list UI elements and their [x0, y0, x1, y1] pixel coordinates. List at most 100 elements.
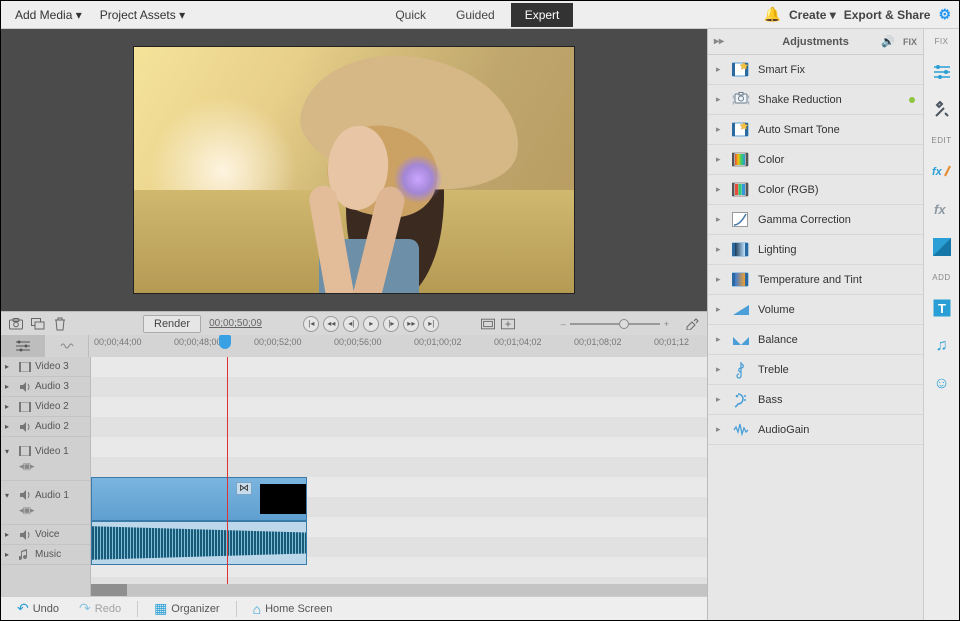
timeline-view-audio-icon[interactable]	[45, 335, 89, 357]
adjustment-volume[interactable]: ▸Volume	[708, 295, 923, 325]
notifications-bell-icon[interactable]: 🔔	[764, 6, 781, 23]
delete-trash-icon[interactable]	[53, 317, 67, 331]
time-ruler[interactable]: 00;00;44;00 00;00;48;00 00;00;52;00 00;0…	[89, 335, 707, 357]
playhead-line[interactable]	[227, 357, 228, 596]
create-menu[interactable]: Create ▾	[789, 8, 836, 22]
expand-chevron-icon: ▸	[716, 364, 724, 375]
timecode-display[interactable]: 00;00;50;09	[209, 318, 262, 329]
lighting-icon	[732, 242, 750, 258]
snapshot-icon[interactable]	[9, 317, 23, 331]
adjustment-autotone[interactable]: ▸Auto Smart Tone	[708, 115, 923, 145]
adjustments-list: ▸Smart Fix▸Shake Reduction▸Auto Smart To…	[708, 55, 923, 620]
track-expand-icon[interactable]: ▸	[5, 550, 15, 559]
expand-chevron-icon: ▸	[716, 334, 724, 345]
zoom-thumb[interactable]	[619, 319, 629, 329]
timeline-view-sliders-icon[interactable]	[1, 335, 45, 357]
mode-guided[interactable]: Guided	[442, 3, 509, 27]
adjustment-smartfix[interactable]: ▸Smart Fix	[708, 55, 923, 85]
undo-button[interactable]: ↶Undo	[9, 598, 67, 619]
panel-collapse-icon[interactable]: ▸▸	[714, 36, 724, 47]
zoom-slider[interactable]: – +	[561, 319, 669, 329]
organizer-button[interactable]: ▦Organizer	[146, 598, 228, 619]
project-assets-menu[interactable]: Project Assets ▾	[94, 4, 191, 26]
track-header-video2[interactable]: ▸Video 2	[1, 397, 90, 417]
titles-text-icon[interactable]: T	[930, 296, 954, 320]
tracks-area[interactable]: ⋈	[91, 357, 707, 596]
track-expand-icon[interactable]: ▸	[5, 402, 15, 411]
track-expand-icon[interactable]: ▾	[5, 491, 15, 500]
goto-start-button[interactable]: |◂	[303, 316, 319, 332]
tools-wrench-icon[interactable]	[930, 98, 954, 122]
audio-preview-icon[interactable]: 🔊	[881, 35, 895, 48]
tools-icon[interactable]	[685, 317, 699, 331]
mode-expert[interactable]: Expert	[511, 3, 574, 27]
render-button[interactable]: Render	[143, 315, 201, 333]
music-note-icon[interactable]: ♫	[930, 334, 954, 358]
adjustment-colorrgb[interactable]: ▸Color (RGB)	[708, 175, 923, 205]
expand-chevron-icon: ▸	[716, 394, 724, 405]
adjustment-color[interactable]: ▸ Color	[708, 145, 923, 175]
graphics-smiley-icon[interactable]: ☺	[930, 372, 954, 396]
track-expand-icon[interactable]: ▾	[5, 447, 15, 456]
right-toolstrip: FIX EDIT fx fx ADD T ♫ ☺	[923, 29, 959, 620]
timeline-hscroll[interactable]	[91, 584, 707, 596]
adjustment-audiogain[interactable]: ▸AudioGain	[708, 415, 923, 445]
track-header-video1[interactable]: ▾Video 1◂▣▸	[1, 437, 90, 481]
track-header-video3[interactable]: ▸Video 3	[1, 357, 90, 377]
track-header-audio2[interactable]: ▸Audio 2	[1, 417, 90, 437]
track-type-icon	[19, 362, 31, 372]
video-clip[interactable]: ⋈	[91, 477, 307, 521]
track-expand-icon[interactable]: ▸	[5, 362, 15, 371]
redo-button[interactable]: ↷Redo	[71, 598, 129, 619]
track-header-voice[interactable]: ▸ Voice	[1, 525, 90, 545]
preview-frame[interactable]	[133, 46, 575, 294]
track-expand-icon[interactable]: ▸	[5, 422, 15, 431]
zoom-out-icon[interactable]: –	[561, 319, 566, 329]
track-frame-nav[interactable]: ◂▣▸	[19, 461, 34, 472]
clip-trim-icon[interactable]: ⋈	[236, 482, 252, 495]
adjustment-treble[interactable]: ▸ Treble	[708, 355, 923, 385]
prev-frame-button[interactable]: ◂◂	[323, 316, 339, 332]
track-header-audio3[interactable]: ▸ Audio 3	[1, 377, 90, 397]
mode-quick[interactable]: Quick	[381, 3, 440, 27]
adjustment-shake[interactable]: ▸Shake Reduction	[708, 85, 923, 115]
next-frame-button[interactable]: ▸▸	[403, 316, 419, 332]
adjustment-lighting[interactable]: ▸Lighting	[708, 235, 923, 265]
expand-chevron-icon: ▸	[716, 274, 724, 285]
step-fwd-button[interactable]: |▸	[383, 316, 399, 332]
expand-chevron-icon: ▸	[716, 154, 724, 165]
track-label: Music	[35, 549, 86, 560]
track-expand-icon[interactable]: ▸	[5, 382, 15, 391]
adjustment-label: Color	[758, 154, 784, 166]
temptint-icon	[732, 272, 750, 288]
track-header-music[interactable]: ▸ Music	[1, 545, 90, 565]
track-label: Audio 3	[35, 381, 86, 392]
track-label: Voice	[35, 529, 86, 540]
effects-fx-paint-icon[interactable]: fx	[930, 159, 954, 183]
effects-fx-icon[interactable]: fx	[930, 197, 954, 221]
zoom-in-icon[interactable]: +	[664, 319, 669, 329]
step-back-button[interactable]: ◂|	[343, 316, 359, 332]
add-media-menu[interactable]: Add Media ▾	[9, 4, 88, 26]
safe-margins-icon[interactable]	[481, 317, 495, 331]
track-frame-nav[interactable]: ◂▣▸	[19, 505, 34, 516]
transitions-icon[interactable]	[930, 235, 954, 259]
audio-clip[interactable]	[91, 521, 307, 565]
playhead-marker[interactable]	[219, 335, 231, 349]
settings-gear-icon[interactable]: ⚙	[938, 6, 951, 23]
export-share-button[interactable]: Export & Share	[844, 8, 931, 22]
adjustment-gamma[interactable]: ▸Gamma Correction	[708, 205, 923, 235]
track-expand-icon[interactable]: ▸	[5, 530, 15, 539]
adjustment-temptint[interactable]: ▸Temperature and Tint	[708, 265, 923, 295]
applied-dot-icon	[909, 97, 915, 103]
play-button[interactable]: ▸	[363, 316, 379, 332]
goto-end-button[interactable]: ▸|	[423, 316, 439, 332]
home-screen-button[interactable]: ⌂Home Screen	[245, 599, 341, 619]
fullscreen-icon[interactable]	[501, 317, 515, 331]
clip-mode-icon[interactable]	[31, 317, 45, 331]
adjustment-balance[interactable]: ▸Balance	[708, 325, 923, 355]
adjust-sliders-icon[interactable]	[930, 60, 954, 84]
track-header-audio1[interactable]: ▾Audio 1◂▣▸	[1, 481, 90, 525]
adjustment-label: Treble	[758, 364, 789, 376]
adjustment-bass[interactable]: ▸Bass	[708, 385, 923, 415]
